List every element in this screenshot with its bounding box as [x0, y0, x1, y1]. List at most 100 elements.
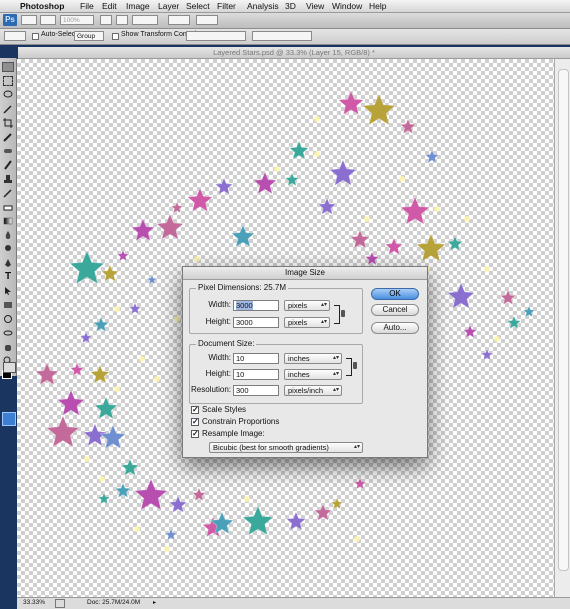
auto-select-checkbox[interactable] — [32, 33, 39, 40]
doc-height-unit-select[interactable]: inches ▴▾ — [284, 369, 342, 380]
doc-width-unit-select[interactable]: inches ▴▾ — [284, 353, 342, 364]
menu-window[interactable]: Window — [332, 0, 362, 12]
transform-controls-checkbox[interactable] — [112, 33, 119, 40]
star-shape — [424, 148, 440, 164]
type-tool-icon[interactable]: T — [3, 272, 13, 282]
star-shape — [100, 263, 120, 283]
menu-layer[interactable]: Layer — [158, 0, 179, 12]
lasso-tool-icon[interactable] — [3, 90, 13, 100]
history-brush-tool-icon[interactable] — [3, 188, 13, 198]
menu-image[interactable]: Image — [126, 0, 150, 12]
star-shape — [34, 361, 60, 386]
sparkle-dot — [174, 316, 180, 322]
constrain-proportions-label: Constrain Proportions — [202, 417, 280, 426]
menu-help[interactable]: Help — [369, 0, 386, 12]
doc-height-input[interactable]: 10 — [233, 369, 279, 380]
status-menu-arrow-icon[interactable]: ▸ — [153, 598, 156, 608]
pixel-width-unit-select[interactable]: pixels ▴▾ — [284, 300, 330, 311]
document-title-bar[interactable]: Layered Stars.psd @ 33.3% (Layer 15, RGB… — [18, 47, 570, 59]
star-shape — [45, 414, 81, 448]
star-shape — [506, 314, 522, 330]
path-selection-tool-icon[interactable] — [3, 286, 13, 296]
doc-width-input[interactable]: 10 — [233, 353, 279, 364]
resolution-input[interactable]: 300 — [233, 385, 279, 396]
sparkle-dot — [114, 386, 120, 392]
zoom-tool-icon[interactable] — [116, 15, 128, 25]
distribute-buttons-group[interactable] — [252, 31, 312, 41]
screen-mode-icon[interactable] — [168, 15, 190, 25]
gradient-tool-icon[interactable] — [3, 216, 13, 226]
brush-tool-icon[interactable] — [3, 160, 13, 170]
arrange-documents-icon[interactable] — [132, 15, 158, 25]
eyedropper-tool-icon[interactable] — [3, 132, 13, 142]
menu-select[interactable]: Select — [186, 0, 210, 12]
sparkle-dot — [134, 526, 140, 532]
menu-file[interactable]: File — [80, 0, 94, 12]
pixel-chain-icon — [341, 310, 345, 317]
healing-brush-tool-icon[interactable] — [3, 146, 13, 156]
star-shape — [214, 176, 234, 196]
cancel-button[interactable]: Cancel — [371, 304, 419, 316]
star-shape — [170, 200, 184, 214]
dialog-title[interactable]: Image Size — [183, 267, 427, 280]
star-shape — [230, 223, 256, 248]
menu-edit[interactable]: Edit — [102, 0, 117, 12]
blur-tool-icon[interactable] — [3, 230, 13, 240]
minibridge-icon[interactable] — [40, 15, 56, 25]
hand-tool-icon[interactable] — [100, 15, 112, 25]
quick-mask-icon[interactable] — [3, 362, 16, 373]
star-shape — [337, 89, 365, 116]
star-shape — [499, 288, 517, 306]
zoom-readout[interactable]: 33.33% — [23, 598, 45, 608]
ok-button[interactable]: OK — [371, 288, 419, 300]
tools-panel: T — [0, 58, 17, 379]
pixel-width-input[interactable]: 3000 — [233, 300, 279, 311]
photoshop-logo: Ps — [3, 14, 17, 26]
clone-stamp-tool-icon[interactable] — [3, 174, 13, 184]
pixel-height-input[interactable]: 3000 — [233, 317, 279, 328]
zoom-level-field[interactable]: 100% — [60, 15, 94, 25]
scale-styles-checkbox[interactable]: ✓ — [191, 406, 199, 414]
application-bar: Ps 100% — [0, 13, 570, 29]
resample-image-checkbox[interactable]: ✓ — [191, 430, 199, 438]
bridge-icon[interactable] — [21, 15, 37, 25]
doc-height-label: Height: — [205, 369, 231, 378]
menu-view[interactable]: View — [306, 0, 324, 12]
dodge-tool-icon[interactable] — [3, 244, 13, 254]
star-shape — [384, 236, 404, 256]
move-tool-preset-icon[interactable] — [4, 31, 26, 41]
menu-app-name[interactable]: Photoshop — [20, 0, 64, 12]
menu-3d[interactable]: 3D — [285, 0, 296, 12]
status-page-icon[interactable] — [55, 599, 65, 608]
3d-orbit-tool-icon[interactable] — [3, 328, 13, 338]
shape-tool-icon[interactable] — [3, 300, 13, 310]
star-shape — [399, 195, 431, 225]
constrain-proportions-checkbox[interactable]: ✓ — [191, 418, 199, 426]
desktop-file-icon[interactable] — [2, 412, 16, 426]
star-shape — [361, 92, 397, 126]
auto-select-dropdown[interactable]: Group — [74, 31, 104, 41]
vertical-scrollbar[interactable] — [554, 59, 570, 597]
star-shape — [191, 486, 207, 502]
star-shape — [415, 232, 447, 262]
scroll-track[interactable] — [558, 69, 569, 571]
menu-analysis[interactable]: Analysis — [247, 0, 279, 12]
resolution-unit-select[interactable]: pixels/inch ▴▾ — [284, 385, 342, 396]
pixel-dimensions-label: Pixel Dimensions: 25.7M — [196, 283, 289, 293]
resample-method-select[interactable]: Bicubic (best for smooth gradients) ▴▾ — [209, 442, 363, 453]
resolution-label: Resolution: — [191, 385, 232, 394]
sparkle-dot — [314, 151, 320, 157]
eraser-tool-icon[interactable] — [3, 202, 13, 212]
quick-select-tool-icon[interactable] — [3, 104, 13, 114]
menu-filter[interactable]: Filter — [217, 0, 236, 12]
extras-icon[interactable] — [196, 15, 218, 25]
crop-tool-icon[interactable] — [3, 118, 13, 128]
pen-tool-icon[interactable] — [3, 258, 13, 268]
marquee-tool-icon[interactable] — [3, 76, 13, 86]
move-tool-icon[interactable] — [2, 62, 14, 72]
3d-rotate-tool-icon[interactable] — [3, 314, 13, 324]
pixel-height-unit-select[interactable]: pixels ▴▾ — [284, 317, 330, 328]
auto-button[interactable]: Auto... — [371, 322, 419, 334]
align-buttons-group[interactable] — [186, 31, 246, 41]
hand-tool-icon[interactable] — [3, 342, 13, 352]
